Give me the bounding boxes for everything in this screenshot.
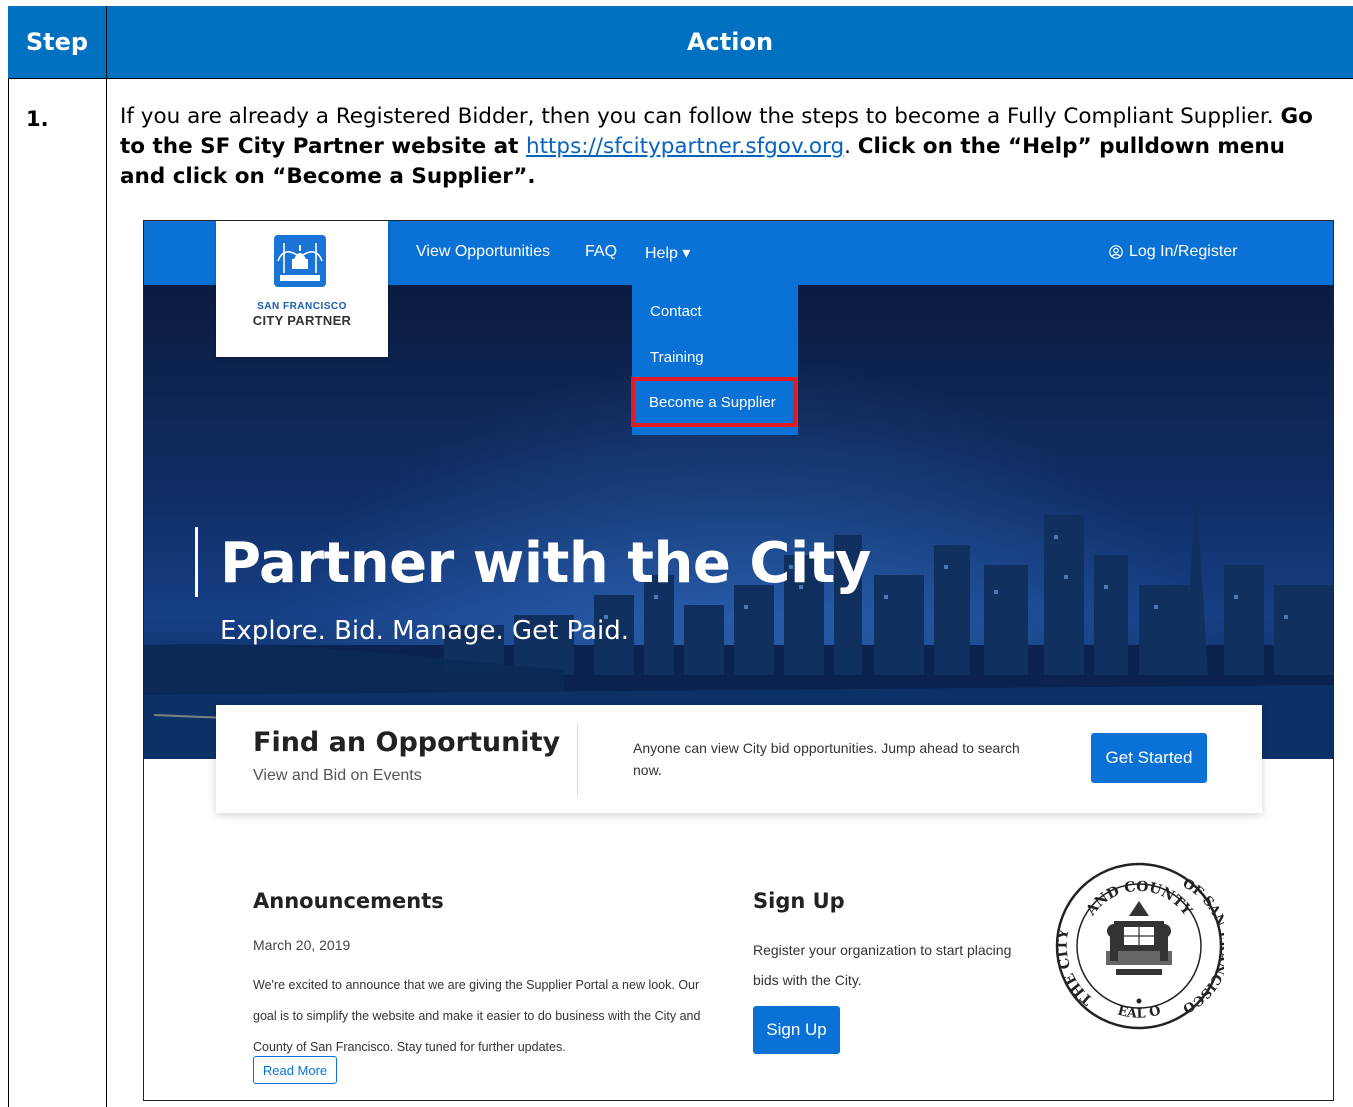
card-subtitle: View and Bid on Events — [253, 767, 422, 784]
menu-item-training[interactable]: Training — [650, 349, 704, 366]
announcements-title: Announcements — [253, 889, 444, 913]
logo-line-1: SAN FRANCISCO — [257, 301, 347, 312]
table-header-row: Step Action — [8, 6, 1353, 79]
step-table: Step Action 1. If you are already a Regi… — [8, 6, 1353, 1107]
website-link[interactable]: https://sfcitypartner.sfgov.org — [526, 134, 844, 159]
step-number: 1. — [26, 107, 49, 131]
card-text: Anyone can view City bid opportunities. … — [633, 740, 1020, 778]
hero-title: Partner with the City — [220, 531, 871, 596]
announcement-body: We're excited to announce that we are gi… — [253, 978, 701, 1054]
header-step: Step — [25, 28, 89, 56]
menu-item-contact[interactable]: Contact — [650, 303, 702, 320]
city-seal-icon: AND COUNTY THE CITY OF SAN FRANCISCO SEA… — [1054, 861, 1224, 1030]
user-circle-icon — [1109, 245, 1123, 259]
nav-login-register[interactable]: Log In/Register — [1109, 243, 1238, 261]
logo-line-2: CITY PARTNER — [252, 313, 352, 328]
read-more-button[interactable]: Read More — [253, 1056, 337, 1084]
header-action: Action — [686, 28, 774, 56]
card-divider — [577, 723, 578, 795]
hero-accent-bar — [195, 527, 198, 597]
instruction-plain-1: If you are already a Registered Bidder, … — [120, 104, 1281, 129]
site-logo[interactable]: SAN FRANCISCO CITY PARTNER — [216, 221, 388, 357]
nav-help-dropdown[interactable]: Help ▾ — [645, 243, 690, 263]
get-started-button[interactable]: Get Started — [1091, 733, 1207, 783]
column-divider — [106, 6, 107, 1107]
find-opportunity-card: Find an Opportunity View and Bid on Even… — [216, 705, 1262, 813]
nav-view-opportunities[interactable]: View Opportunities — [416, 243, 550, 261]
login-label: Log In/Register — [1129, 243, 1238, 260]
help-dropdown-menu: Contact Training Become a Supplier — [631, 285, 798, 435]
menu-item-become-supplier[interactable]: Become a Supplier — [631, 377, 797, 427]
instruction-plain-2: . — [844, 134, 858, 159]
card-title: Find an Opportunity — [253, 727, 561, 758]
signup-title: Sign Up — [753, 889, 845, 913]
hero-subtitle: Explore. Bid. Manage. Get Paid. — [220, 616, 630, 646]
website-screenshot: Partner with the City Explore. Bid. Mana… — [143, 220, 1334, 1101]
instruction-text: If you are already a Registered Bidder, … — [120, 102, 1330, 192]
sign-up-button[interactable]: Sign Up — [753, 1006, 840, 1054]
signup-body: Register your organization to start plac… — [753, 942, 1012, 988]
nav-faq[interactable]: FAQ — [585, 243, 617, 261]
table-left-border — [8, 6, 9, 1107]
city-hall-bridge-icon — [274, 235, 326, 287]
announcement-date: March 20, 2019 — [253, 937, 351, 953]
